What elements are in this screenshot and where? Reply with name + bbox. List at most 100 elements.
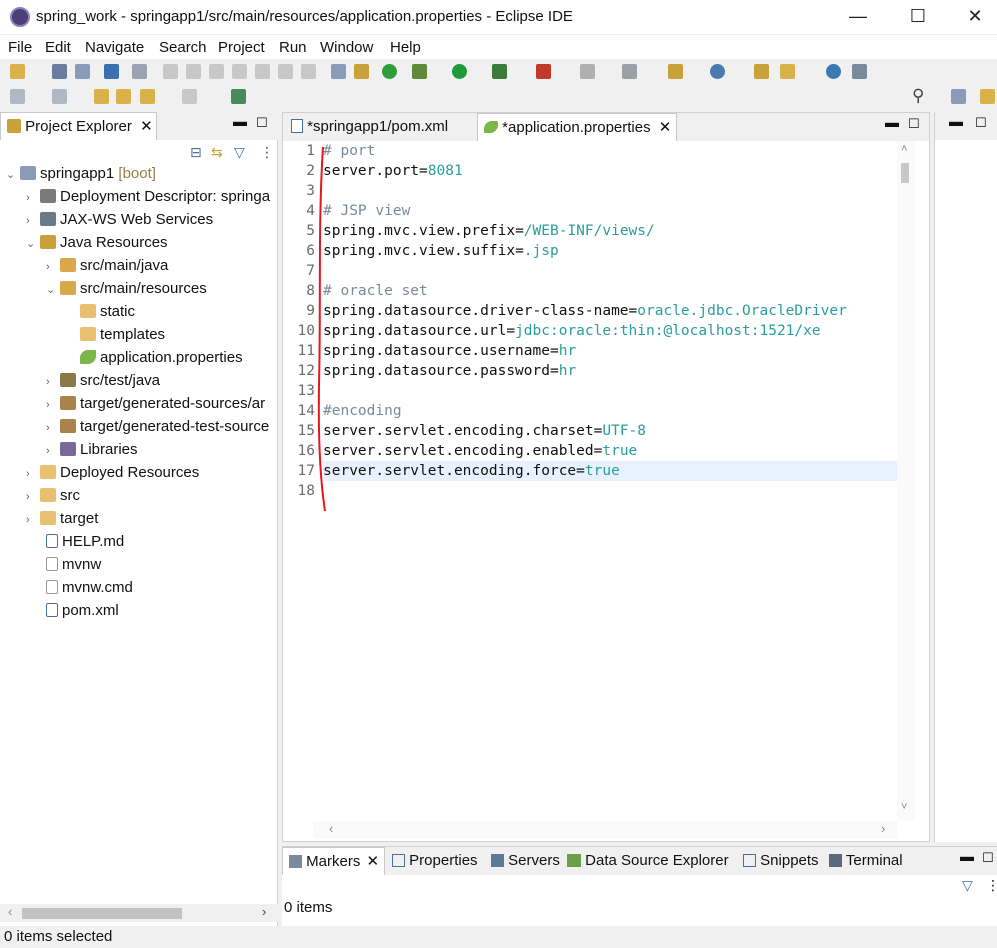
- scroll-down-icon[interactable]: ˅: [901, 801, 907, 813]
- tree-item-src-main-resources[interactable]: ⌄ src/main/resources: [46, 277, 207, 300]
- code-area[interactable]: 1 # port 2 server.port=8081 3 4 # JSP view …: [293, 141, 897, 821]
- chevron-right-icon[interactable]: ›: [26, 509, 40, 532]
- view-menu-icon[interactable]: ⋮: [986, 877, 997, 894]
- tree-item-templates[interactable]: templates: [80, 323, 165, 346]
- tab-servers[interactable]: Servers: [485, 847, 566, 875]
- tree-item-pom-xml[interactable]: pom.xml: [46, 599, 119, 622]
- java-ee-perspective-icon[interactable]: [980, 89, 995, 104]
- close-icon[interactable]: ✕: [367, 853, 380, 870]
- editor-horizontal-scrollbar[interactable]: ‹ ›: [313, 821, 897, 839]
- deploy-icon[interactable]: [622, 64, 637, 79]
- menu-help[interactable]: Help: [390, 39, 421, 56]
- external-tools-icon[interactable]: [536, 64, 551, 79]
- chevron-right-icon[interactable]: ›: [46, 371, 60, 394]
- coverage-icon[interactable]: [492, 64, 507, 79]
- save-icon[interactable]: [52, 64, 67, 79]
- menu-run[interactable]: Run: [279, 39, 307, 56]
- minimize-button[interactable]: —: [835, 4, 881, 30]
- tree-item-mvnw-cmd[interactable]: mvnw.cmd: [46, 576, 133, 599]
- scroll-right-icon[interactable]: ›: [881, 821, 885, 836]
- minimize-view-icon[interactable]: ▬: [885, 114, 899, 130]
- view-menu-icon[interactable]: ⋮: [260, 144, 274, 161]
- tree-item-target[interactable]: › target: [26, 507, 98, 530]
- chevron-right-icon[interactable]: ›: [26, 486, 40, 509]
- maximize-view-icon[interactable]: ☐: [982, 850, 994, 866]
- maximize-button[interactable]: ☐: [895, 4, 941, 30]
- chevron-down-icon[interactable]: ⌄: [6, 164, 20, 187]
- spring-boot-icon[interactable]: [382, 64, 397, 79]
- disconnect-icon[interactable]: [232, 64, 247, 79]
- chevron-right-icon[interactable]: ›: [46, 440, 60, 463]
- maximize-view-icon[interactable]: ☐: [975, 115, 987, 131]
- filter-icon[interactable]: ▽: [234, 144, 245, 161]
- tree-item-help-md[interactable]: HELP.md: [46, 530, 124, 553]
- scroll-right-icon[interactable]: ›: [262, 904, 266, 919]
- tree-item-java-resources[interactable]: ⌄ Java Resources: [26, 231, 168, 254]
- use-step-filters-icon[interactable]: [354, 64, 369, 79]
- editor-vertical-scrollbar[interactable]: ˄ ˅: [897, 141, 915, 821]
- collapse-all-icon[interactable]: ⊟: [190, 144, 202, 161]
- previous-annotation-icon[interactable]: [52, 89, 67, 104]
- tab-pom-xml[interactable]: *springapp1/pom.xml: [285, 113, 475, 141]
- new-icon[interactable]: [10, 64, 25, 79]
- stop-icon[interactable]: [580, 64, 595, 79]
- tree-item-src[interactable]: › src: [26, 484, 80, 507]
- search-icon[interactable]: ⚲: [912, 86, 924, 106]
- tree-item-src-main-java[interactable]: › src/main/java: [46, 254, 168, 277]
- chevron-right-icon[interactable]: ›: [46, 256, 60, 279]
- forward-icon[interactable]: [182, 89, 197, 104]
- menu-edit[interactable]: Edit: [45, 39, 71, 56]
- maximize-view-icon[interactable]: ☐: [256, 115, 268, 131]
- tab-terminal[interactable]: Terminal: [823, 847, 909, 875]
- tree-item-jax-ws[interactable]: › JAX-WS Web Services: [26, 208, 213, 231]
- menu-file[interactable]: File: [8, 39, 32, 56]
- new-class-icon[interactable]: [710, 64, 725, 79]
- vertical-scroll-thumb[interactable]: [901, 163, 909, 183]
- tab-snippets[interactable]: Snippets: [737, 847, 825, 875]
- forward-edit-icon[interactable]: [116, 89, 131, 104]
- run-icon[interactable]: [452, 64, 467, 79]
- save-all-icon[interactable]: [75, 64, 90, 79]
- tree-item-springapp1[interactable]: ⌄ springapp1 [boot]: [6, 162, 156, 185]
- last-edit-location-icon[interactable]: [94, 89, 109, 104]
- terminal-icon[interactable]: [104, 64, 119, 79]
- tree-item-deployed-resources[interactable]: › Deployed Resources: [26, 461, 199, 484]
- step-over-icon[interactable]: [278, 64, 293, 79]
- chevron-down-icon[interactable]: ⌄: [46, 279, 60, 302]
- search-tool-icon[interactable]: [852, 64, 867, 79]
- menu-navigate[interactable]: Navigate: [85, 39, 144, 56]
- tree-item-src-test-java[interactable]: › src/test/java: [46, 369, 160, 392]
- tab-application-properties[interactable]: *application.properties ✕: [477, 113, 677, 141]
- chevron-right-icon[interactable]: ›: [26, 463, 40, 486]
- scroll-up-icon[interactable]: ˄: [901, 143, 907, 155]
- close-icon[interactable]: ✕: [140, 118, 153, 135]
- tree-item-libraries[interactable]: › Libraries: [46, 438, 138, 461]
- skip-breakpoints-icon[interactable]: [132, 64, 147, 79]
- chevron-right-icon[interactable]: ›: [26, 187, 40, 210]
- chevron-right-icon[interactable]: ›: [46, 417, 60, 440]
- close-button[interactable]: ✕: [952, 4, 997, 30]
- tree-item-generated-sources[interactable]: › target/generated-sources/ar: [46, 392, 265, 415]
- open-type-icon[interactable]: [754, 64, 769, 79]
- menu-window[interactable]: Window: [320, 39, 373, 56]
- tree-item-deployment-descriptor[interactable]: › Deployment Descriptor: springa: [26, 185, 270, 208]
- terminate-icon[interactable]: [209, 64, 224, 79]
- chevron-right-icon[interactable]: ›: [26, 210, 40, 233]
- scroll-left-icon[interactable]: ‹: [8, 904, 12, 919]
- resume-icon[interactable]: [163, 64, 178, 79]
- tab-data-source-explorer[interactable]: Data Source Explorer: [561, 847, 735, 875]
- chevron-down-icon[interactable]: ⌄: [26, 233, 40, 256]
- close-icon[interactable]: ✕: [659, 119, 672, 136]
- step-return-icon[interactable]: [301, 64, 316, 79]
- back-icon[interactable]: [140, 89, 155, 104]
- menu-project[interactable]: Project: [218, 39, 265, 56]
- tree-item-mvnw[interactable]: mvnw: [46, 553, 101, 576]
- tab-properties[interactable]: Properties: [386, 847, 484, 875]
- tab-project-explorer[interactable]: Project Explorer ✕: [0, 112, 157, 140]
- new-java-project-icon[interactable]: [668, 64, 683, 79]
- open-task-icon[interactable]: [780, 64, 795, 79]
- drop-to-frame-icon[interactable]: [331, 64, 346, 79]
- scroll-left-icon[interactable]: ‹: [329, 821, 333, 836]
- chevron-right-icon[interactable]: ›: [46, 394, 60, 417]
- minimize-view-icon[interactable]: ▬: [960, 848, 974, 864]
